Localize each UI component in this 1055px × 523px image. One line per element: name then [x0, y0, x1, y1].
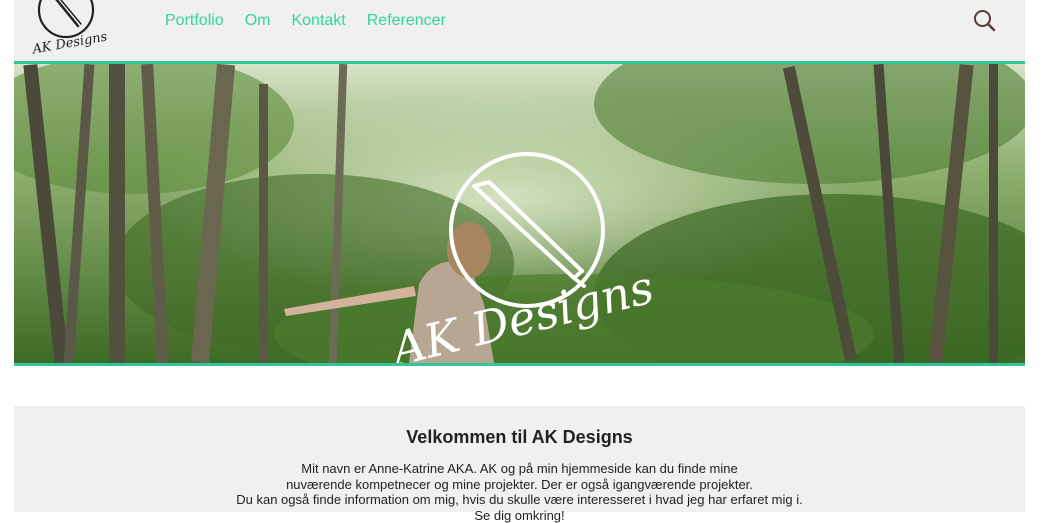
- nav-kontakt[interactable]: Kontakt: [291, 12, 345, 30]
- search-button[interactable]: [972, 8, 998, 34]
- search-icon: [972, 8, 998, 34]
- forest-photo: AK Designs: [14, 64, 1025, 363]
- nav-portfolio[interactable]: Portfolio: [165, 12, 224, 30]
- logo-text: AK Designs: [30, 30, 108, 56]
- welcome-section: Velkommen til AK Designs Mit navn er Ann…: [14, 406, 1025, 512]
- welcome-title: Velkommen til AK Designs: [14, 406, 1025, 448]
- site-header: AK Designs Portfolio Om Kontakt Referenc…: [14, 0, 1025, 64]
- welcome-line-3: Du kan også finde information om mig, hv…: [14, 492, 1025, 508]
- pen-logo-icon: AK Designs: [26, 0, 116, 56]
- nav-referencer[interactable]: Referencer: [367, 12, 446, 30]
- hero-banner: AK Designs: [14, 64, 1025, 366]
- welcome-line-2: nuværende kompetnecer og mine projekter.…: [14, 477, 1025, 493]
- site-logo[interactable]: AK Designs: [26, 0, 116, 56]
- nav-om[interactable]: Om: [245, 12, 271, 30]
- welcome-text: Mit navn er Anne-Katrine AKA. AK og på m…: [14, 461, 1025, 523]
- welcome-line-1: Mit navn er Anne-Katrine AKA. AK og på m…: [14, 461, 1025, 477]
- main-nav: Portfolio Om Kontakt Referencer: [165, 12, 446, 30]
- page: AK Designs Portfolio Om Kontakt Referenc…: [0, 0, 1055, 512]
- welcome-line-4: Se dig omkring!: [14, 508, 1025, 523]
